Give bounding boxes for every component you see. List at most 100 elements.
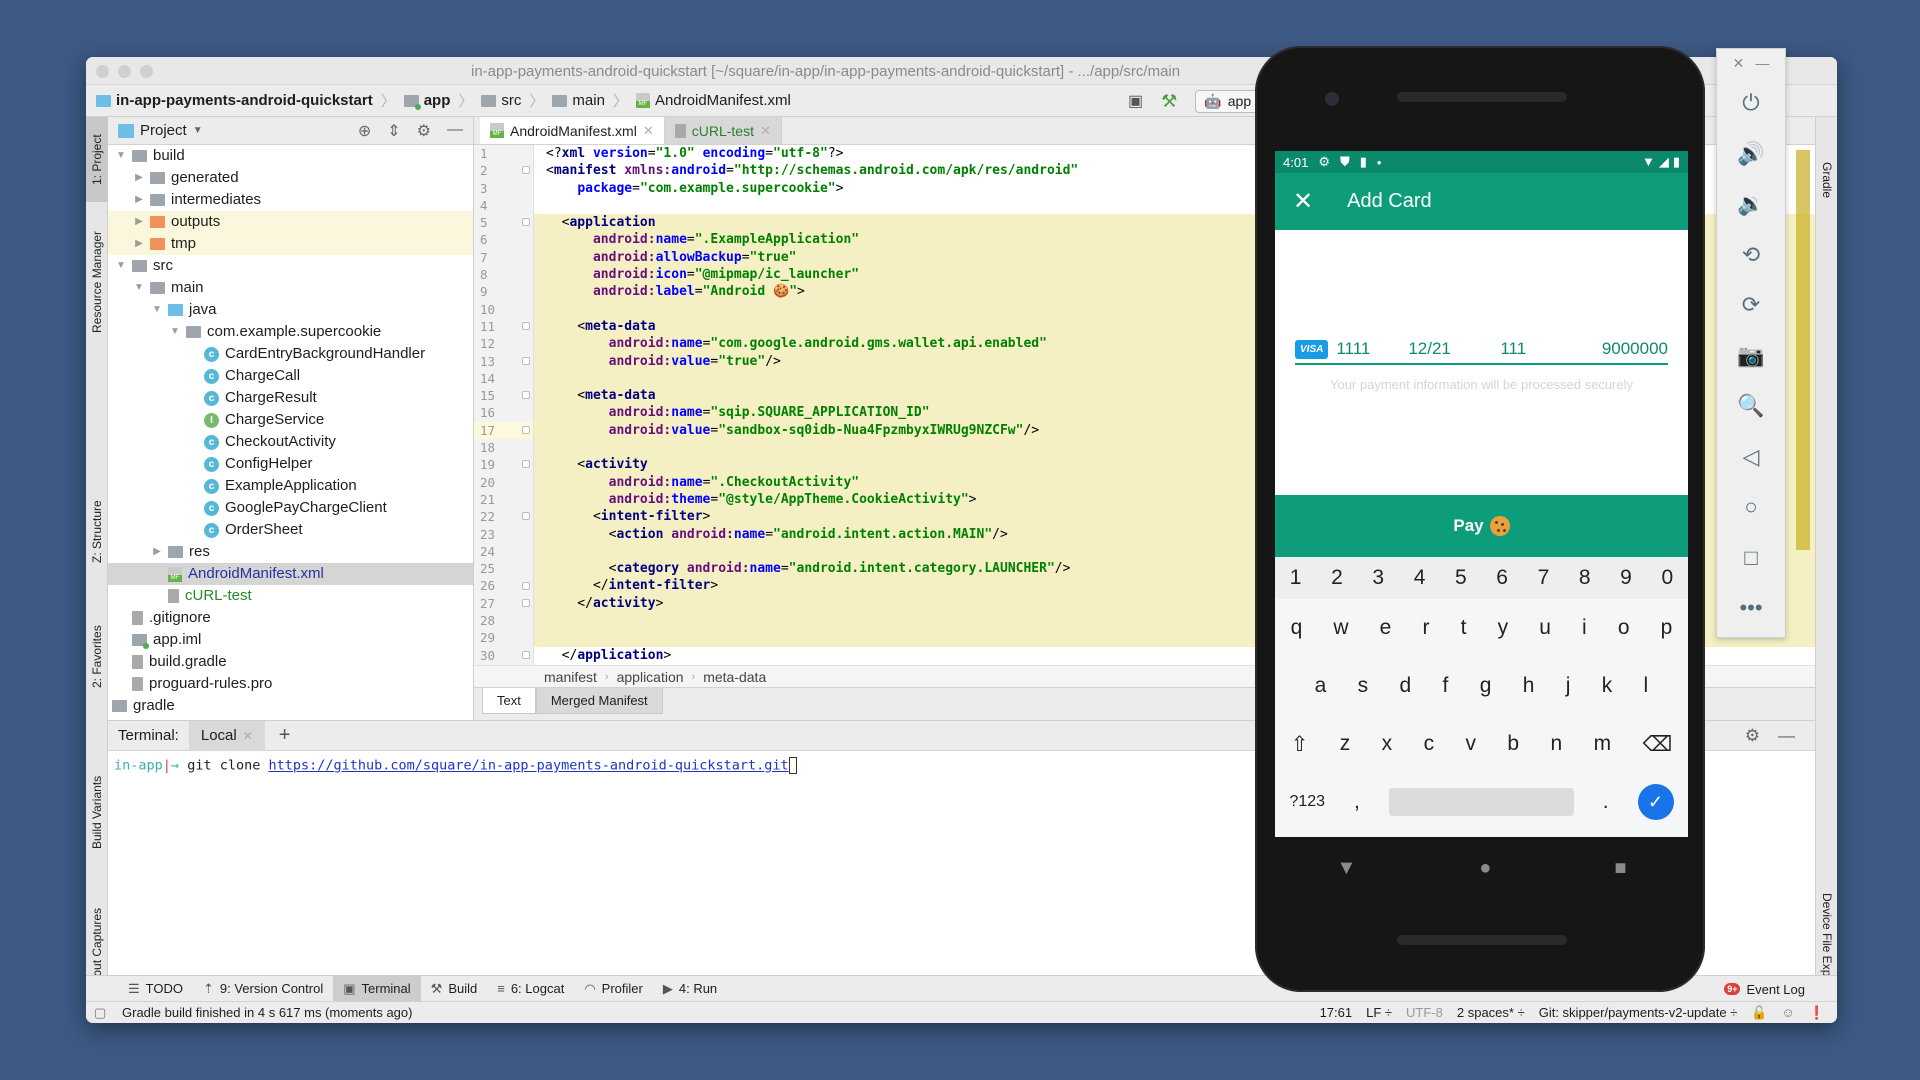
- key-c[interactable]: c: [1424, 732, 1435, 756]
- crumb-manifest[interactable]: AndroidManifest.xml: [635, 92, 791, 109]
- close-tab-icon[interactable]: ✕: [760, 123, 771, 139]
- card-number-field[interactable]: 1111: [1336, 339, 1408, 359]
- chevron-down-icon[interactable]: ▼: [150, 299, 164, 321]
- key-e[interactable]: e: [1380, 616, 1392, 640]
- key-j[interactable]: j: [1566, 674, 1571, 698]
- hammer-icon[interactable]: ⚒: [1161, 91, 1177, 112]
- new-terminal-button[interactable]: +: [265, 724, 305, 747]
- fold-marker-icon[interactable]: [522, 512, 530, 521]
- key-4[interactable]: 4: [1414, 566, 1426, 590]
- tree-item[interactable]: I ChargeService: [108, 409, 473, 431]
- key-space[interactable]: [1388, 788, 1574, 816]
- expiry-field[interactable]: 12/21: [1408, 339, 1500, 359]
- power-icon[interactable]: ⏻: [1717, 78, 1785, 129]
- tree-item[interactable]: app.iml: [108, 629, 473, 651]
- file-encoding[interactable]: UTF-8: [1406, 1005, 1443, 1020]
- tree-item[interactable]: c ConfigHelper: [108, 453, 473, 475]
- close-tab-icon[interactable]: ✕: [643, 123, 654, 139]
- error-icon[interactable]: ❗: [1809, 1005, 1825, 1021]
- chevron-down-icon[interactable]: ▼: [168, 321, 182, 343]
- tool-tab-gradle[interactable]: Gradle: [1816, 145, 1837, 215]
- key-a[interactable]: a: [1315, 674, 1327, 698]
- key-s[interactable]: s: [1358, 674, 1369, 698]
- fold-marker-icon[interactable]: [522, 356, 530, 365]
- caret-position[interactable]: 17:61: [1320, 1005, 1353, 1020]
- lock-icon[interactable]: 🔓: [1751, 1005, 1767, 1021]
- tree-item[interactable]: ▶ intermediates: [108, 189, 473, 211]
- key-r[interactable]: r: [1422, 616, 1429, 640]
- tab-text[interactable]: Text: [482, 688, 536, 714]
- gear-icon[interactable]: ⚙: [417, 121, 431, 141]
- close-icon[interactable]: ✕: [1293, 187, 1313, 216]
- key-8[interactable]: 8: [1579, 566, 1591, 590]
- tab-android-manifest[interactable]: AndroidManifest.xml✕: [480, 117, 665, 144]
- toggle-tool-windows-icon[interactable]: ▢: [94, 1005, 106, 1021]
- overview-icon[interactable]: ■: [1614, 857, 1626, 880]
- line-separator[interactable]: LF ÷: [1366, 1005, 1392, 1020]
- hide-icon[interactable]: —: [1778, 726, 1795, 746]
- xml-crumb-manifest[interactable]: manifest: [544, 669, 597, 685]
- tab-curl-test[interactable]: cURL-test ✕: [664, 117, 782, 144]
- pay-button[interactable]: Pay: [1275, 495, 1688, 557]
- key-comma[interactable]: ,: [1354, 790, 1360, 814]
- key-z[interactable]: z: [1340, 732, 1351, 756]
- tree-item[interactable]: build.gradle: [108, 651, 473, 673]
- key-g[interactable]: g: [1480, 674, 1492, 698]
- tree-item[interactable]: ▼ build: [108, 145, 473, 167]
- fold-marker-icon[interactable]: [522, 460, 530, 469]
- fold-marker-icon[interactable]: [522, 598, 530, 607]
- backspace-key-icon[interactable]: ⌫: [1643, 732, 1673, 757]
- key-0[interactable]: 0: [1661, 566, 1673, 590]
- chevron-right-icon[interactable]: ▶: [132, 211, 146, 233]
- key-period[interactable]: .: [1603, 790, 1609, 814]
- run-anything-icon[interactable]: ▣: [1128, 91, 1143, 111]
- tree-item[interactable]: c ChargeResult: [108, 387, 473, 409]
- tree-item[interactable]: c CheckoutActivity: [108, 431, 473, 453]
- key-l[interactable]: l: [1644, 674, 1649, 698]
- tool-window-run[interactable]: ▶ 4: Run: [653, 976, 727, 1002]
- key-i[interactable]: i: [1582, 616, 1587, 640]
- tree-item[interactable]: ▼ src: [108, 255, 473, 277]
- camera-icon[interactable]: 📷: [1717, 331, 1785, 382]
- repo-link[interactable]: https://github.com/square/in-app-payment…: [268, 758, 788, 774]
- key-x[interactable]: x: [1382, 732, 1393, 756]
- tree-item[interactable]: ▼ com.example.supercookie: [108, 321, 473, 343]
- terminal-tab-local[interactable]: Local ✕: [188, 720, 265, 751]
- close-window-button[interactable]: [96, 65, 109, 78]
- key-d[interactable]: d: [1400, 674, 1412, 698]
- emulator-screen[interactable]: 4:01 ⚙ ⛊ ▮ • ▼ ◢ ▮ ✕ Add Card VISA 1111 12…: [1275, 151, 1688, 837]
- crumb-src[interactable]: src: [481, 92, 521, 109]
- close-tab-icon[interactable]: ✕: [243, 729, 253, 743]
- home-icon[interactable]: ○: [1717, 482, 1785, 533]
- tree-item[interactable]: cURL-test: [108, 585, 473, 607]
- tree-item[interactable]: ▶ res: [108, 541, 473, 563]
- fold-marker-icon[interactable]: [522, 322, 530, 330]
- maximize-window-button[interactable]: [140, 65, 153, 78]
- zoom-icon[interactable]: 🔍: [1717, 381, 1785, 432]
- more-icon[interactable]: •••: [1717, 583, 1785, 634]
- chevron-right-icon[interactable]: ▶: [132, 189, 146, 211]
- tool-tab-favorites[interactable]: 2: Favorites: [86, 597, 108, 717]
- fold-marker-icon[interactable]: [522, 391, 530, 400]
- event-log-button[interactable]: 9+ Event Log: [1724, 976, 1805, 1002]
- tool-window-todo[interactable]: ☰ TODO: [118, 976, 193, 1002]
- shift-key-icon[interactable]: ⇧: [1291, 732, 1309, 757]
- chevron-down-icon[interactable]: ▼: [132, 277, 146, 299]
- chevron-right-icon[interactable]: ▶: [150, 541, 164, 563]
- key-h[interactable]: h: [1523, 674, 1535, 698]
- tree-item[interactable]: ▶ tmp: [108, 233, 473, 255]
- cvv-field[interactable]: 111: [1500, 339, 1570, 359]
- tool-tab-build-variants[interactable]: Build Variants: [86, 757, 108, 867]
- rotate-right-icon[interactable]: ⟳: [1717, 280, 1785, 331]
- chevron-down-icon[interactable]: ▼: [114, 145, 128, 167]
- tree-item[interactable]: AndroidManifest.xml: [108, 563, 473, 585]
- home-icon[interactable]: ●: [1479, 857, 1491, 880]
- fold-marker-icon[interactable]: [522, 218, 530, 227]
- collapse-all-icon[interactable]: ⇕: [387, 121, 400, 141]
- git-branch[interactable]: Git: skipper/payments-v2-update ÷: [1539, 1005, 1738, 1020]
- tree-item[interactable]: gradle: [108, 695, 473, 717]
- volume-down-icon[interactable]: 🔉: [1717, 179, 1785, 230]
- card-input[interactable]: VISA 1111 12/21 111 9000000: [1295, 335, 1668, 365]
- tool-tab-project[interactable]: 1: Project: [86, 117, 108, 202]
- chevron-down-icon[interactable]: ▼: [114, 255, 128, 277]
